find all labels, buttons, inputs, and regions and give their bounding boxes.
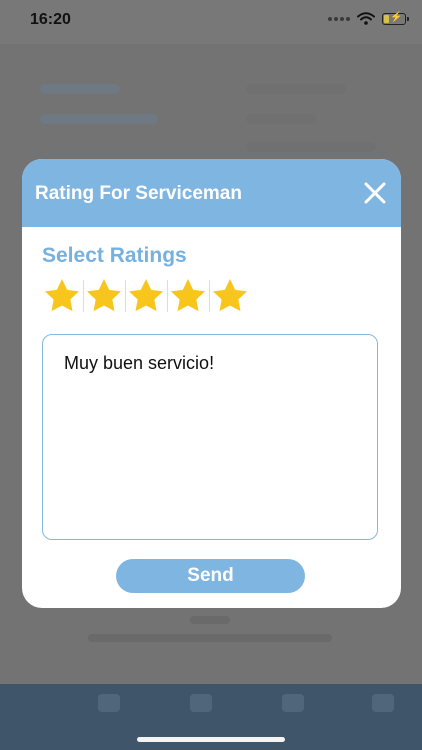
rating-dialog: Rating For Serviceman Select Ratings Muy… bbox=[22, 159, 401, 608]
status-icons: ⚡ bbox=[328, 12, 409, 25]
dialog-title: Rating For Serviceman bbox=[35, 183, 242, 204]
star-rating[interactable] bbox=[41, 276, 251, 316]
nav-tab-icon bbox=[282, 694, 304, 712]
star-1-icon[interactable] bbox=[41, 276, 83, 316]
send-button[interactable]: Send bbox=[116, 559, 305, 593]
background-text bbox=[88, 634, 332, 642]
background-field-value bbox=[246, 142, 376, 152]
nav-tab-icon bbox=[372, 694, 394, 712]
star-2-icon[interactable] bbox=[83, 276, 125, 316]
dialog-header: Rating For Serviceman bbox=[22, 159, 401, 227]
status-time: 16:20 bbox=[30, 11, 71, 28]
star-4-icon[interactable] bbox=[167, 276, 209, 316]
wifi-icon bbox=[357, 12, 375, 25]
select-ratings-heading: Select Ratings bbox=[42, 244, 187, 267]
close-icon bbox=[364, 182, 386, 204]
background-field-value bbox=[246, 114, 316, 124]
nav-tab-icon bbox=[190, 694, 212, 712]
background-field-label bbox=[40, 84, 120, 94]
background-text bbox=[190, 616, 230, 624]
home-indicator bbox=[137, 737, 285, 742]
nav-tab-icon bbox=[98, 694, 120, 712]
comment-textarea[interactable]: Muy buen servicio! bbox=[42, 334, 378, 540]
battery-charging-icon: ⚡ bbox=[382, 12, 409, 25]
star-3-icon[interactable] bbox=[125, 276, 167, 316]
status-bar: 16:20 ⚡ bbox=[0, 0, 422, 44]
star-5-icon[interactable] bbox=[209, 276, 251, 316]
signal-dots-icon bbox=[328, 16, 350, 21]
background-field-label bbox=[40, 114, 158, 124]
background-field-value bbox=[246, 84, 346, 94]
close-button[interactable] bbox=[361, 179, 389, 207]
comment-text: Muy buen servicio! bbox=[64, 353, 215, 373]
